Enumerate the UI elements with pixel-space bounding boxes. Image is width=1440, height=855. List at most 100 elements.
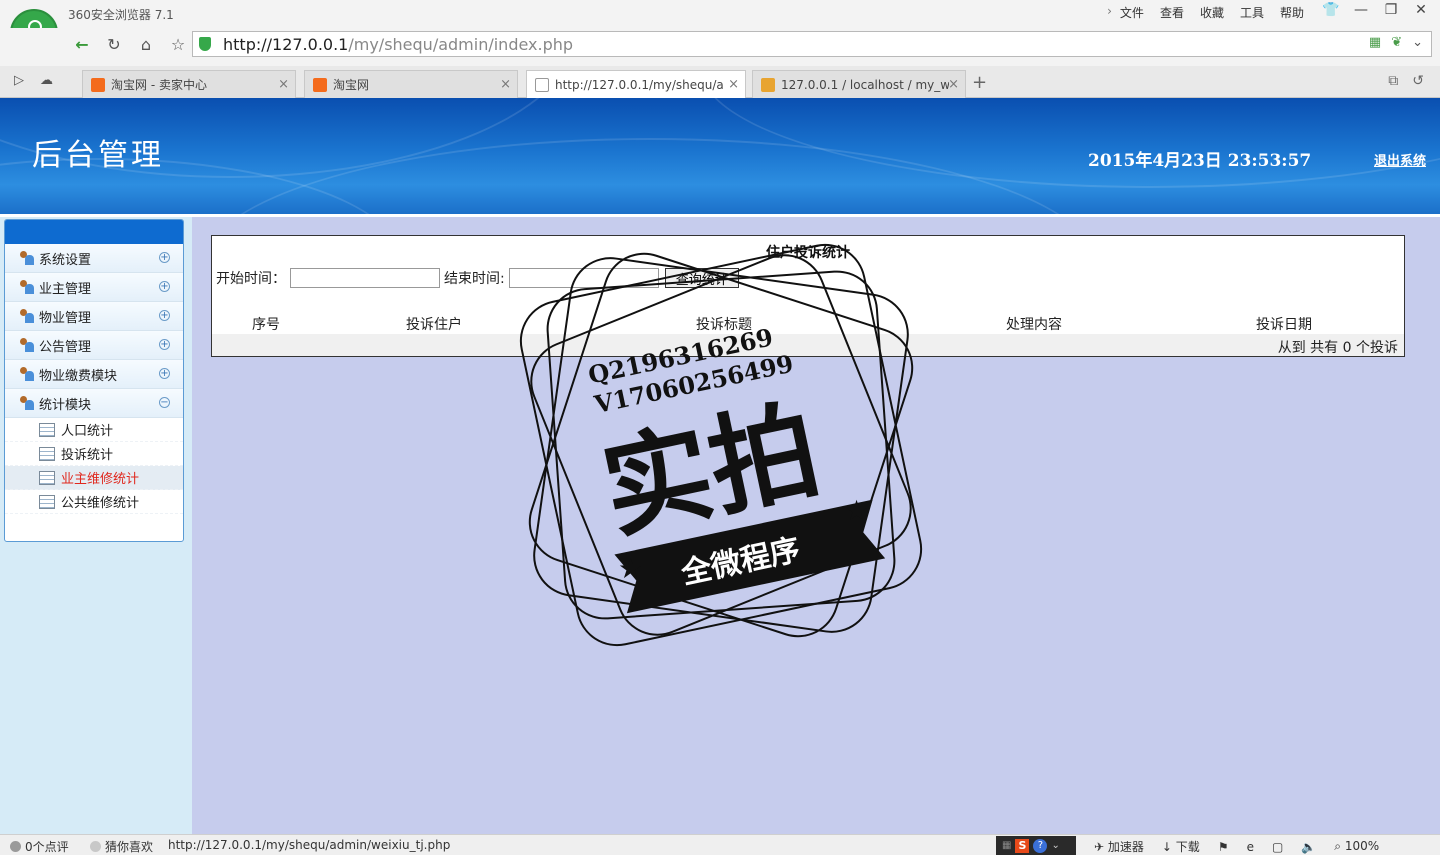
flag-icon[interactable]: ⚑ [1218, 840, 1229, 854]
close-window-button[interactable]: ✕ [1412, 2, 1430, 18]
users-icon [19, 251, 35, 265]
expand-icon[interactable]: + [159, 281, 170, 292]
users-icon [19, 280, 35, 294]
leaf-icon[interactable]: ❦ [1391, 35, 1402, 50]
chevron-down-icon[interactable]: ⌄ [1412, 35, 1423, 50]
sidebar-subitem-complaint-stats[interactable]: 投诉统计 [5, 442, 183, 466]
start-time-input[interactable] [290, 268, 440, 288]
expand-icon[interactable]: + [159, 339, 170, 350]
shield-icon [199, 37, 211, 51]
expand-icon[interactable]: + [159, 310, 170, 321]
complaint-stats-panel: 住户投诉统计 开始时间： 结束时间: 查询统计 序号 投诉住户 投诉标题 处理内… [211, 235, 1405, 357]
minimize-button[interactable]: — [1352, 2, 1370, 18]
menu-favorites[interactable]: 收藏 [1200, 4, 1224, 21]
collapse-icon[interactable]: − [159, 397, 170, 408]
circle-icon [90, 841, 101, 852]
restore-tabs-icon[interactable]: ⧉ [1388, 73, 1398, 89]
menu-view[interactable]: 查看 [1160, 4, 1184, 21]
taobao-icon [313, 77, 327, 92]
app-title: 360安全浏览器 7.1 [68, 8, 174, 22]
sogou-icon[interactable]: S [1015, 838, 1030, 853]
start-time-label: 开始时间： [216, 271, 286, 287]
star-icon[interactable]: ☆ [166, 32, 190, 56]
download-button[interactable]: ↓ 下载 [1162, 838, 1200, 855]
sidebar-subitem-public-repair-stats[interactable]: 公共维修统计 [5, 490, 183, 514]
maximize-button[interactable]: ❐ [1382, 2, 1400, 18]
close-tab-icon[interactable]: × [948, 77, 959, 92]
address-bar[interactable]: http://127.0.0.1/my/shequ/admin/index.ph… [192, 31, 1432, 57]
ie-icon[interactable]: e [1247, 840, 1254, 854]
comment-icon [10, 841, 21, 852]
download-icon: ↓ [1161, 840, 1172, 854]
zoom-control[interactable]: ⌕ 100% [1334, 839, 1379, 854]
logout-link[interactable]: 退出系统 [1374, 150, 1426, 169]
taobao-icon [91, 77, 105, 92]
sidebar-item-property-management[interactable]: 物业管理 + [5, 302, 183, 331]
window-controls: 👕 — ❐ ✕ [1322, 2, 1430, 18]
title-bar: 360安全浏览器 7.1 › 文件 查看 收藏 工具 帮助 👕 — ❐ ✕ [0, 0, 1440, 28]
close-tab-icon[interactable]: × [500, 77, 511, 92]
grid-icon: ▦ [1002, 840, 1012, 851]
close-tab-icon[interactable]: × [278, 77, 289, 92]
guess-you-like[interactable]: 猜你喜欢 [90, 838, 153, 855]
column-header-index: 序号 [252, 317, 280, 333]
table-footer-summary: 从到 共有 0 个投诉 [212, 334, 1404, 356]
end-time-input[interactable] [508, 268, 659, 288]
home-icon[interactable]: ⌂ [134, 32, 158, 56]
phpmyadmin-icon [761, 77, 775, 92]
back-arrow-icon[interactable]: ← [70, 32, 94, 56]
tab-taobao[interactable]: 淘宝网 × [304, 70, 518, 98]
qr-code-icon[interactable]: ▦ [1369, 35, 1381, 50]
query-button[interactable]: 查询统计 [664, 268, 739, 288]
table-icon [39, 494, 55, 509]
table-icon [39, 470, 55, 485]
users-icon [19, 338, 35, 352]
tab-phpmyadmin[interactable]: 127.0.0.1 / localhost / my_we × [752, 70, 966, 98]
close-tab-icon[interactable]: × [728, 77, 739, 92]
datetime-display: 2015年4月23日 23:53:57 [1088, 151, 1312, 171]
status-bar: 0个点评 猜你喜欢 http://127.0.0.1/my/shequ/admi… [0, 834, 1440, 855]
menu-file[interactable]: 文件 [1120, 4, 1144, 21]
new-tab-button[interactable]: + [972, 72, 987, 93]
sidebar-subitem-owner-repair-stats[interactable]: 业主维修统计 [5, 466, 183, 490]
expand-icon[interactable]: + [159, 252, 170, 263]
sidebar-item-statistics-module[interactable]: 统计模块 − [5, 389, 183, 418]
input-method-bar[interactable]: ▦ S ? ⌄ [996, 836, 1076, 855]
tab-admin-active[interactable]: http://127.0.0.1/my/shequ/ac × [526, 70, 746, 99]
sidebar-item-notice-management[interactable]: 公告管理 + [5, 331, 183, 360]
sidebar-item-owner-management[interactable]: 业主管理 + [5, 273, 183, 302]
sound-icon[interactable]: 🔈 [1301, 840, 1316, 854]
comments-status[interactable]: 0个点评 [10, 838, 69, 855]
tab-bar: ▷ ☁ 淘宝网 - 卖家中心 × 淘宝网 × http://127.0.0.1/… [0, 66, 1440, 99]
users-icon [19, 367, 35, 381]
sidebar-subitem-population-stats[interactable]: 人口统计 [5, 418, 183, 442]
skin-icon[interactable]: 👕 [1322, 2, 1340, 18]
column-header-resident: 投诉住户 [406, 317, 462, 333]
column-header-date: 投诉日期 [1256, 317, 1312, 333]
filter-row: 开始时间： 结束时间: 查询统计 [216, 268, 739, 288]
url-text[interactable]: http://127.0.0.1/my/shequ/admin/index.ph… [223, 35, 573, 54]
undo-icon[interactable]: ↺ [1412, 73, 1424, 89]
table-icon [39, 446, 55, 461]
chevron-down-icon[interactable]: ⌄ [1051, 840, 1059, 851]
help-icon[interactable]: ? [1033, 838, 1048, 853]
page-title: 后台管理 [32, 138, 164, 173]
users-icon [19, 396, 35, 410]
column-header-title: 投诉标题 [696, 317, 752, 333]
chevron-right-icon[interactable]: › [1107, 4, 1112, 21]
cloud-icon[interactable]: ☁ [40, 73, 53, 88]
sidebar: 系统设置 + 业主管理 + 物业管理 + 公告管理 + 物业缴费模块 + 统计模… [4, 219, 184, 542]
menu-tools[interactable]: 工具 [1240, 4, 1264, 21]
table-icon [39, 422, 55, 437]
sidebar-toggle-icon[interactable]: ▷ [14, 73, 24, 88]
refresh-icon[interactable]: ↻ [102, 32, 126, 56]
tab-taobao-seller[interactable]: 淘宝网 - 卖家中心 × [82, 70, 296, 98]
accelerator-button[interactable]: ✈ 加速器 [1094, 838, 1144, 855]
hover-url: http://127.0.0.1/my/shequ/admin/weixiu_t… [168, 838, 451, 852]
menu-help[interactable]: 帮助 [1280, 4, 1304, 21]
rocket-icon: ✈ [1094, 840, 1105, 854]
sidebar-item-system-settings[interactable]: 系统设置 + [5, 244, 183, 273]
expand-icon[interactable]: + [159, 368, 170, 379]
sidebar-item-fee-module[interactable]: 物业缴费模块 + [5, 360, 183, 389]
window-icon[interactable]: ▢ [1272, 840, 1283, 854]
